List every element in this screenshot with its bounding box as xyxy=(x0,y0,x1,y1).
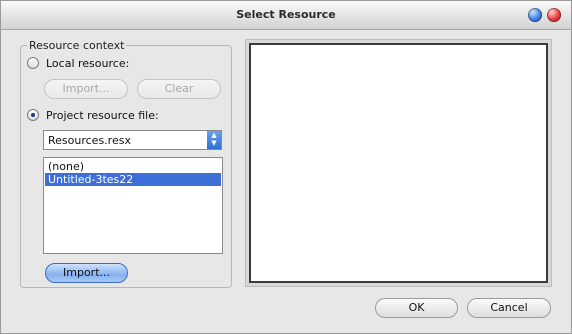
project-resource-label: Project resource file: xyxy=(46,109,159,122)
resource-preview-frame xyxy=(245,39,552,287)
select-resource-dialog: Select Resource Resource context Local r… xyxy=(0,0,572,334)
close-button[interactable] xyxy=(547,8,561,22)
project-resource-radio[interactable] xyxy=(27,109,39,121)
cancel-button[interactable]: Cancel xyxy=(467,298,551,318)
title-bar[interactable]: Select Resource xyxy=(1,1,571,30)
ok-button[interactable]: OK xyxy=(375,298,458,318)
resource-preview xyxy=(249,43,548,283)
project-import-button[interactable]: Import... xyxy=(45,263,128,283)
list-item-untitled[interactable]: Untitled-3tes22 xyxy=(45,173,221,186)
local-resource-label: Local resource: xyxy=(46,57,130,70)
resource-file-value: Resources.resx xyxy=(48,134,131,147)
resource-file-select[interactable]: Resources.resx ▲ ▼ xyxy=(43,130,222,150)
local-import-button[interactable]: Import... xyxy=(44,79,128,99)
clear-button[interactable]: Clear xyxy=(137,79,221,99)
dialog-title: Select Resource xyxy=(236,8,336,21)
resource-context-label: Resource context xyxy=(27,39,127,52)
list-item-none[interactable]: (none) xyxy=(45,160,221,173)
resource-list[interactable]: (none) Untitled-3tes22 xyxy=(43,157,223,254)
updown-arrows-icon: ▲ ▼ xyxy=(207,131,221,149)
minimize-button[interactable] xyxy=(528,8,542,22)
local-resource-radio[interactable] xyxy=(27,57,39,69)
